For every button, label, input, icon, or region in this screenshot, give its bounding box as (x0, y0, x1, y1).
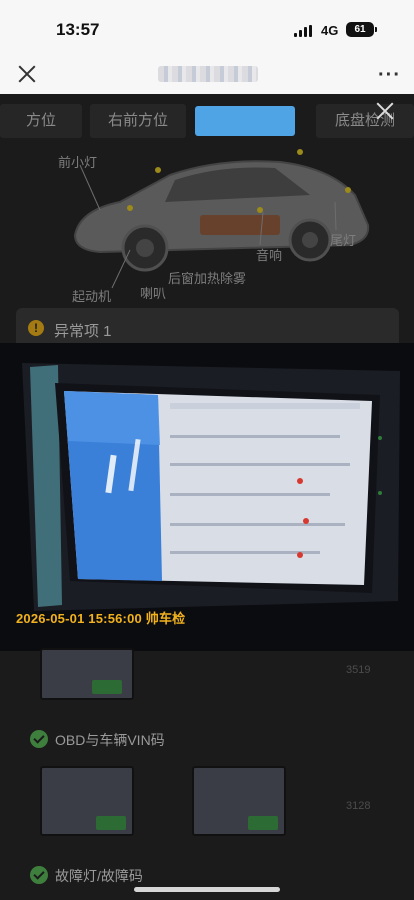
close-icon[interactable] (16, 63, 38, 85)
tab-right-front[interactable]: 右前方位 (90, 104, 186, 138)
warning-icon: ! (28, 320, 44, 336)
abnormal-title: 异常项 1 (54, 323, 112, 340)
battery-icon: 61 (346, 22, 377, 37)
more-icon[interactable]: ··· (378, 64, 401, 87)
check-icon (30, 730, 48, 748)
photo-timestamp: 2026-05-01 15:56:00 帅车检 (16, 611, 186, 626)
tab-active[interactable] (195, 106, 295, 136)
tab-chassis[interactable]: 底盘检测 (316, 104, 414, 138)
item-time: 3519 (346, 664, 371, 676)
thumbnail-badge (248, 816, 278, 830)
photo-thumbnail[interactable] (192, 766, 286, 836)
label-sound: 音响 (256, 248, 283, 263)
home-indicator[interactable] (134, 887, 280, 892)
status-bar: 13:57 4G 61 (0, 0, 414, 58)
cellular-signal-icon (294, 25, 314, 37)
check-icon (30, 866, 48, 884)
photo-thumbnail[interactable] (40, 648, 134, 700)
label-front-small-light: 前小灯 (58, 155, 98, 170)
abnormal-item-header: ! 异常项 1 (16, 308, 399, 348)
page-title-blurred (158, 66, 258, 82)
nav-bar: ··· (0, 58, 414, 94)
list-item-fault-light[interactable]: 故障灯/故障码 (30, 864, 230, 886)
tab-position[interactable]: 方位 (0, 104, 82, 138)
page: 13:57 4G 61 ··· 方位 右前方位 底盘检测 前小灯 音响 尾灯 后… (0, 0, 414, 900)
list-item-label: 故障灯/故障码 (55, 868, 143, 884)
list-item-obd[interactable]: OBD与车辆VIN码 (30, 728, 230, 750)
label-horn: 喇叭 (140, 286, 167, 301)
item-time: 3128 (346, 800, 371, 812)
inspection-photo[interactable]: 2026-05-01 15:56:00 帅车检 (0, 343, 414, 651)
position-tabs: 方位 右前方位 底盘检测 (0, 104, 414, 140)
label-rear-defog: 后窗加热除雾 (168, 271, 247, 286)
network-type: 4G (321, 23, 339, 38)
viewer-close-icon[interactable] (374, 100, 396, 122)
label-tail-light: 尾灯 (330, 233, 357, 248)
photo-image (0, 343, 414, 651)
label-starter: 起动机 (72, 289, 112, 304)
thumbnail-badge (96, 816, 126, 830)
photo-thumbnail[interactable] (40, 766, 134, 836)
status-time: 13:57 (56, 20, 100, 39)
thumbnail-badge (92, 680, 122, 694)
list-item-label: OBD与车辆VIN码 (55, 732, 165, 748)
